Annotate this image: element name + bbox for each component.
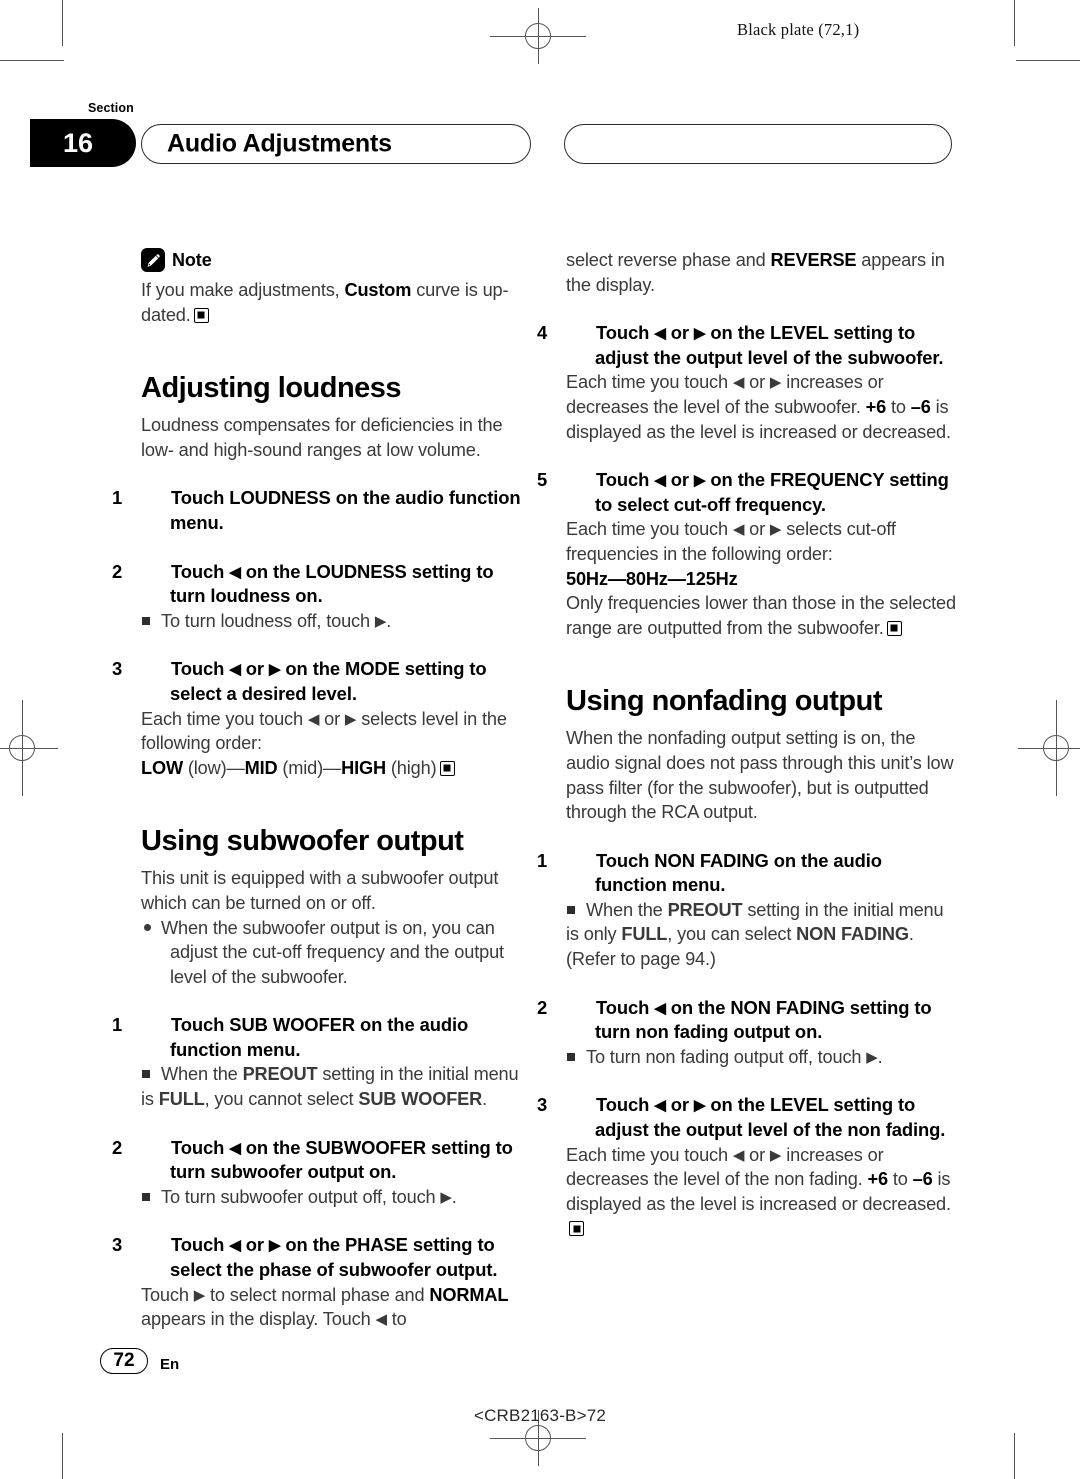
step-subwoofer-1: 1 Touch SUB WOOFER on the audio function … bbox=[112, 1014, 469, 1060]
trim-line-top-left-h bbox=[0, 60, 64, 62]
end-of-topic-marker bbox=[193, 307, 209, 323]
step-loudness-3: 3 Touch ◀ or ▶ on the MODE setting to sel… bbox=[112, 658, 487, 704]
black-plate-slug: Black plate (72,1) bbox=[737, 20, 860, 39]
step-nonfading-2: 2 Touch ◀ on the NON FADING setting to tu… bbox=[537, 996, 932, 1043]
heading-using-subwoofer-output: Using subwoofer output bbox=[141, 825, 464, 858]
language-code: En bbox=[160, 1356, 180, 1373]
step-loudness-2: 2 Touch ◀ on the LOUDNESS setting to turn… bbox=[112, 560, 494, 607]
trim-line-top-right-h bbox=[1016, 60, 1080, 62]
pencil-note-icon bbox=[141, 248, 165, 272]
section-title-pill-right bbox=[564, 124, 952, 164]
nonfading-intro: When the nonfading output setting is on,… bbox=[566, 728, 954, 823]
left-column: Note If you make adjustments, Custom cur… bbox=[112, 248, 531, 1332]
section-number-tab: 16 bbox=[30, 119, 136, 167]
square-bullet-icon bbox=[142, 1192, 150, 1201]
trim-line-bottom-right bbox=[1014, 1433, 1016, 1479]
subwoofer-intro: This unit is equipped with a subwoofer o… bbox=[141, 868, 499, 913]
end-of-topic-marker bbox=[569, 1221, 584, 1237]
step-subwoofer-5: 5 Touch ◀ or ▶ on the FREQUENCY setting t… bbox=[537, 469, 949, 515]
document-code: <CRB2163-B>72 bbox=[473, 1406, 607, 1425]
continuation-text: select reverse phase and REVERSE appears… bbox=[566, 250, 945, 295]
step-subwoofer-4: 4 Touch ◀ or ▶ on the LEVEL setting to ad… bbox=[537, 322, 944, 368]
manual-page: Black plate (72,1) Section 16 Audio Adju… bbox=[0, 0, 1080, 1479]
step-subwoofer-4-body: Each time you touch ◀ or ▶ increases or … bbox=[566, 372, 951, 442]
section-title-pill: Audio Adjustments bbox=[141, 124, 531, 164]
round-bullet-icon bbox=[144, 923, 151, 931]
registration-mark-top bbox=[490, 8, 586, 64]
end-of-topic-marker bbox=[886, 620, 902, 636]
square-bullet-icon bbox=[567, 905, 575, 914]
step-loudness-2-note: To turn loudness off, touch ▶. bbox=[141, 609, 531, 634]
registration-mark-right bbox=[1018, 700, 1080, 796]
step-subwoofer-1-note: When the PREOUT setting in the initial m… bbox=[141, 1064, 519, 1110]
step-loudness-3-body: Each time you touch ◀ or ▶ selects level… bbox=[141, 708, 507, 778]
step-subwoofer-5-body: Each time you touch ◀ or ▶ selects cut-o… bbox=[566, 519, 956, 638]
trim-line-bottom-left bbox=[62, 1433, 64, 1479]
page-title: Audio Adjustments bbox=[167, 129, 392, 158]
registration-mark-left bbox=[0, 700, 58, 796]
right-column: select reverse phase and REVERSE appears… bbox=[537, 248, 956, 1241]
subwoofer-bullet: When the subwoofer output is on, you can… bbox=[141, 916, 531, 990]
end-of-topic-marker bbox=[439, 760, 455, 776]
step-nonfading-3: 3 Touch ◀ or ▶ on the LEVEL setting to ad… bbox=[537, 1094, 946, 1141]
heading-adjusting-loudness: Adjusting loudness bbox=[141, 372, 402, 405]
page-number-badge: 72 bbox=[100, 1348, 148, 1374]
square-bullet-icon bbox=[567, 1052, 575, 1061]
step-subwoofer-3-body: Touch ▶ to select normal phase and NORMA… bbox=[141, 1284, 509, 1330]
step-nonfading-2-note: To turn non fading output off, touch ▶. bbox=[566, 1045, 956, 1070]
note-header: Note bbox=[141, 248, 531, 272]
trim-line-top-left bbox=[62, 0, 64, 46]
step-nonfading-1-note: When the PREOUT setting in the initial m… bbox=[566, 899, 944, 970]
loudness-intro: Loudness compensates for deficiencies in… bbox=[141, 415, 503, 460]
square-bullet-icon bbox=[142, 616, 150, 625]
step-nonfading-3-body: Each time you touch ◀ or ▶ increases or … bbox=[566, 1143, 956, 1241]
trim-line-top-right bbox=[1014, 0, 1016, 46]
heading-using-nonfading-output: Using nonfading output bbox=[566, 685, 882, 718]
step-nonfading-1: 1 Touch NON FADING on the audio function … bbox=[537, 849, 882, 896]
step-loudness-1: 1 Touch LOUDNESS on the audio function me… bbox=[112, 487, 521, 533]
section-label: Section bbox=[88, 101, 134, 115]
section-number: 16 bbox=[62, 127, 94, 158]
note-text: If you make adjustments, Custom curve is… bbox=[141, 280, 509, 325]
step-subwoofer-2: 2 Touch ◀ on the SUBWOOFER setting to tur… bbox=[112, 1136, 513, 1183]
square-bullet-icon bbox=[142, 1070, 150, 1079]
note-label: Note bbox=[172, 249, 212, 270]
step-subwoofer-2-note: To turn subwoofer output off, touch ▶. bbox=[141, 1185, 531, 1210]
step-subwoofer-3: 3 Touch ◀ or ▶ on the PHASE setting to se… bbox=[112, 1234, 498, 1281]
